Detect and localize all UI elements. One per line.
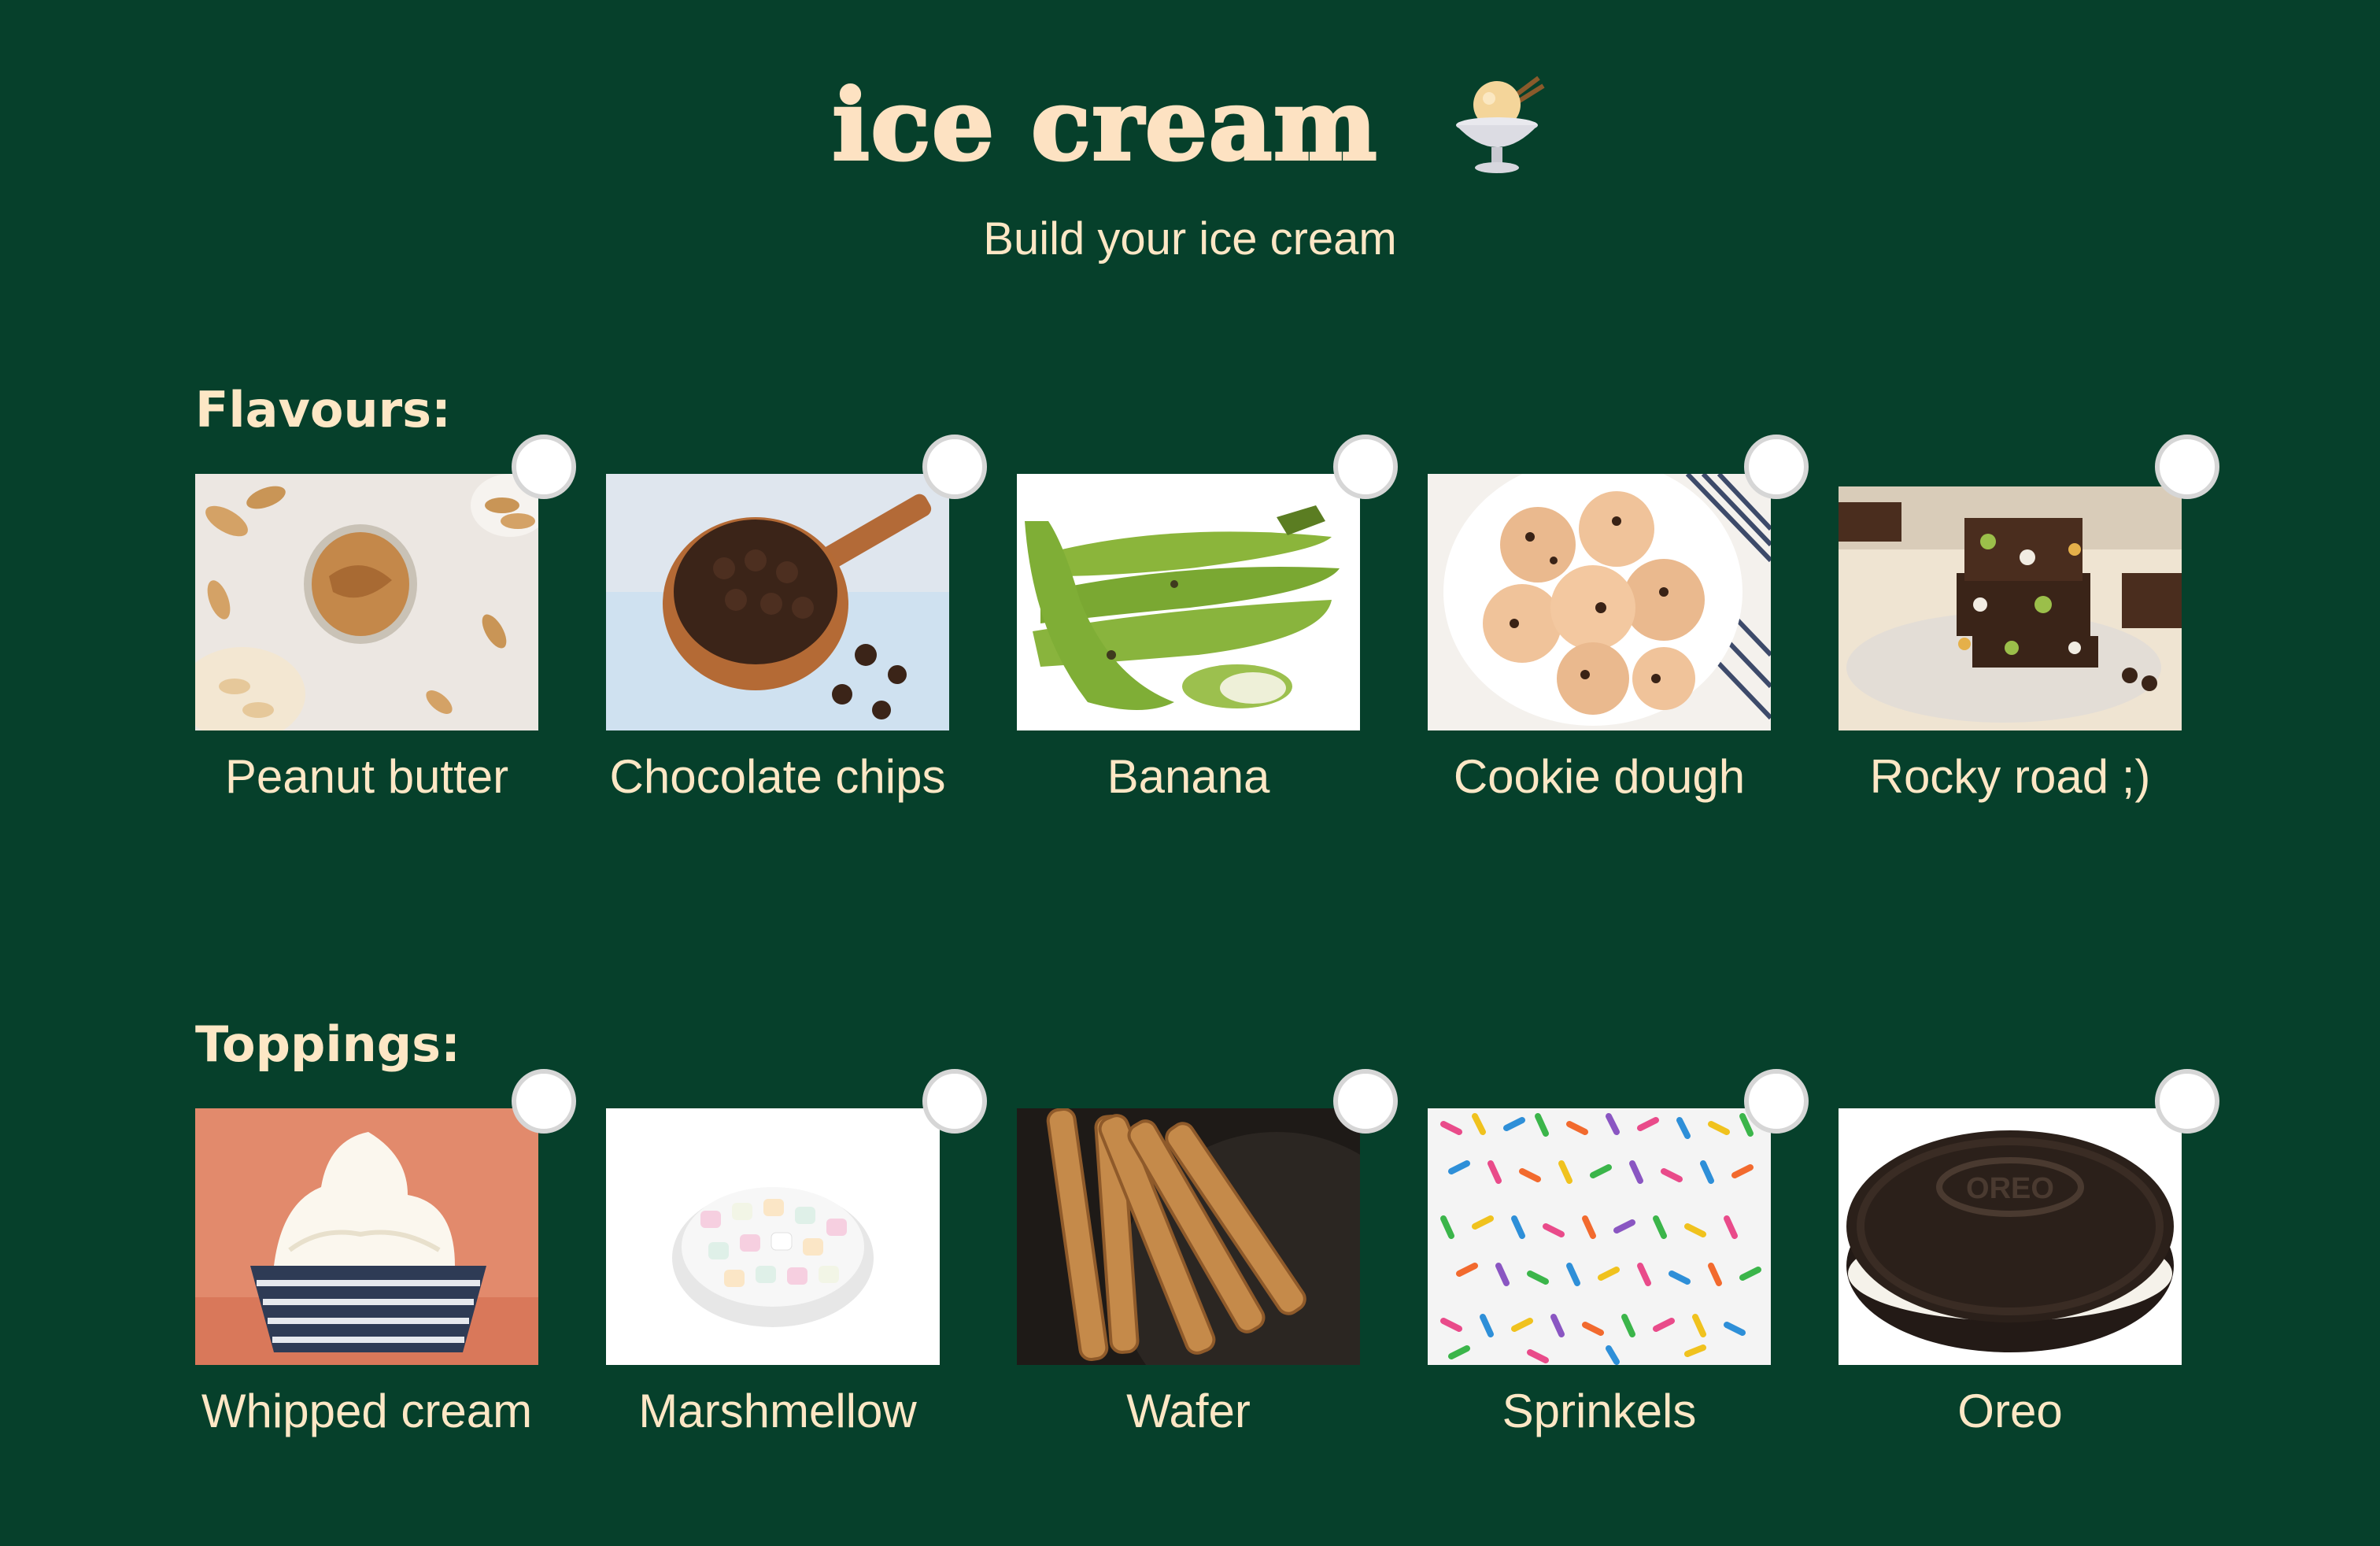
page-title: ice cream (0, 55, 2380, 189)
oreo-photo[interactable]: OREO (1839, 1108, 2182, 1365)
flavours-heading: Flavours: (195, 381, 451, 438)
chocolate-chips-photo[interactable] (606, 474, 949, 730)
marshmellow-label: Marshmellow (638, 1385, 917, 1437)
toppings-heading: Toppings: (195, 1015, 460, 1073)
marshmellow-radio[interactable] (922, 1069, 987, 1134)
banana-label: Banana (1107, 750, 1270, 803)
toppings-grid: Whipped cream Marshmellow Wafer Sprinkel… (195, 1069, 2226, 1463)
cookie-dough-radio[interactable] (1744, 435, 1809, 499)
page-subtitle: Build your ice cream (983, 213, 1397, 264)
flavour-card-banana[interactable]: Banana (1017, 435, 1398, 812)
marshmellow-photo[interactable] (606, 1108, 940, 1365)
whipped-cream-radio[interactable] (512, 1069, 576, 1134)
chocolate-chips-radio[interactable] (922, 435, 987, 499)
peanut-butter-radio[interactable] (512, 435, 576, 499)
wafer-radio[interactable] (1333, 1069, 1398, 1134)
sprinkles-photo[interactable] (1428, 1108, 1771, 1365)
wafer-photo[interactable] (1017, 1108, 1360, 1365)
page-title-text: ice cream (830, 67, 1379, 184)
banana-photo[interactable] (1017, 474, 1360, 730)
rocky-road-photo[interactable] (1839, 486, 2182, 730)
chocolate-chips-label: Chocolate chips (609, 750, 946, 803)
flavour-card-cookie-dough[interactable]: Cookie dough (1428, 435, 1809, 812)
cookie-dough-photo[interactable] (1428, 474, 1771, 730)
topping-card-oreo[interactable]: OREO Oreo (1839, 1069, 2219, 1447)
peanut-butter-label: Peanut butter (224, 750, 509, 803)
whipped-cream-photo[interactable] (195, 1108, 538, 1365)
flavours-grid: Peanut butter Chocolate chips Banana Coo… (195, 435, 2226, 828)
sprinkles-radio[interactable] (1744, 1069, 1809, 1134)
topping-card-sprinkles[interactable]: Sprinkels (1428, 1069, 1809, 1447)
rocky-road-radio[interactable] (2155, 435, 2219, 499)
banana-radio[interactable] (1333, 435, 1398, 499)
topping-card-whipped-cream[interactable]: Whipped cream (195, 1069, 576, 1447)
rocky-road-label: Rocky road ;) (1869, 750, 2151, 803)
cookie-dough-label: Cookie dough (1453, 750, 1746, 803)
whipped-cream-label: Whipped cream (201, 1385, 533, 1437)
wafer-label: Wafer (1126, 1385, 1251, 1437)
topping-card-marshmellow[interactable]: Marshmellow (606, 1069, 987, 1447)
flavour-card-chocolate-chips[interactable]: Chocolate chips (606, 435, 987, 812)
sprinkles-label: Sprinkels (1502, 1385, 1697, 1437)
flavour-card-peanut-butter[interactable]: Peanut butter (195, 435, 576, 812)
oreo-label: Oreo (1957, 1385, 2063, 1437)
peanut-butter-photo[interactable] (195, 474, 538, 730)
flavour-card-rocky-road[interactable]: Rocky road ;) (1839, 435, 2219, 812)
svg-text:OREO: OREO (1966, 1172, 2054, 1205)
ice-cream-bowl-icon (1446, 75, 1548, 177)
oreo-radio[interactable] (2155, 1069, 2219, 1134)
topping-card-wafer[interactable]: Wafer (1017, 1069, 1398, 1447)
